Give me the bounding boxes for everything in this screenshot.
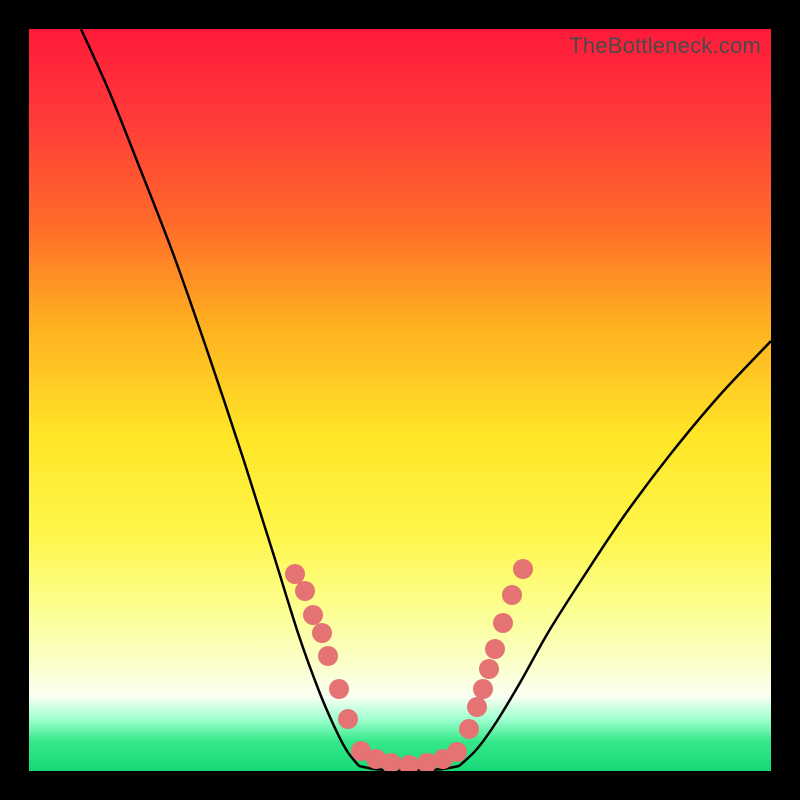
chart-overlay — [29, 29, 771, 771]
marker-left-cluster — [329, 679, 349, 699]
marker-left-cluster — [338, 709, 358, 729]
marker-left-cluster — [285, 564, 305, 584]
chart-plot-area: TheBottleneck.com — [29, 29, 771, 771]
marker-floor-cluster — [447, 742, 467, 762]
chart-stage: TheBottleneck.com — [0, 0, 800, 800]
marker-left-cluster — [303, 605, 323, 625]
series-curve-left — [81, 29, 359, 766]
marker-floor-cluster — [399, 755, 419, 771]
marker-left-cluster — [318, 646, 338, 666]
marker-right-cluster — [493, 613, 513, 633]
marker-left-cluster — [312, 623, 332, 643]
marker-right-cluster — [502, 585, 522, 605]
series-lines — [81, 29, 771, 771]
marker-right-cluster — [513, 559, 533, 579]
marker-right-cluster — [479, 659, 499, 679]
marker-dots — [285, 559, 533, 771]
marker-left-cluster — [295, 581, 315, 601]
series-curve-right — [459, 341, 771, 766]
marker-right-cluster — [485, 639, 505, 659]
marker-right-cluster — [467, 697, 487, 717]
marker-right-cluster — [459, 719, 479, 739]
marker-right-cluster — [473, 679, 493, 699]
